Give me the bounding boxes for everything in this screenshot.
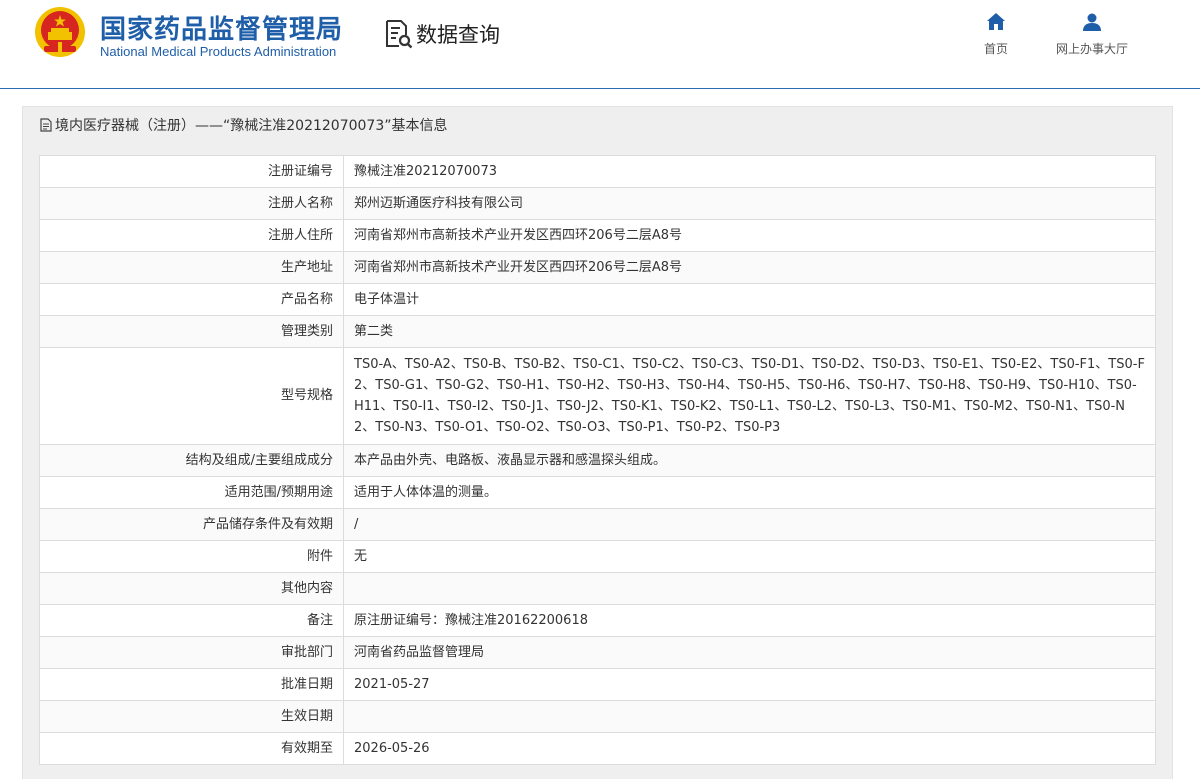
field-value: 电子体温计 <box>343 283 1156 316</box>
field-value: TS0-A、TS0-A2、TS0-B、TS0-B2、TS0-C1、TS0-C2、… <box>343 347 1156 445</box>
field-label: 管理类别 <box>39 315 344 348</box>
panel-header: 境内医疗器械（注册）——“豫械注准20212070073”基本信息 <box>23 107 1172 143</box>
table-row: 生效日期 <box>39 700 1156 733</box>
field-label: 适用范围/预期用途 <box>39 476 344 509</box>
table-row: 适用范围/预期用途 适用于人体体温的测量。 <box>39 476 1156 509</box>
table-row: 备注 原注册证编号：豫械注准20162200618 <box>39 604 1156 637</box>
table-row: 批准日期 2021-05-27 <box>39 668 1156 701</box>
table-row: 注册人名称 郑州迈斯通医疗科技有限公司 <box>39 187 1156 220</box>
field-value: 第二类 <box>343 315 1156 348</box>
field-label: 注册证编号 <box>39 155 344 188</box>
document-search-icon <box>386 20 413 49</box>
table-row: 注册证编号 豫械注准20212070073 <box>39 155 1156 188</box>
field-value: 无 <box>343 540 1156 573</box>
field-label: 结构及组成/主要组成成分 <box>39 444 344 477</box>
table-row: 有效期至 2026-05-26 <box>39 732 1156 765</box>
nav-home-label: 首页 <box>983 42 1008 56</box>
field-value: 河南省郑州市高新技术产业开发区西四环206号二层A8号 <box>343 251 1156 284</box>
field-value: 河南省药品监督管理局 <box>343 636 1156 669</box>
info-panel: 境内医疗器械（注册）——“豫械注准20212070073”基本信息 注册证编号豫… <box>22 106 1173 779</box>
table-row: 产品储存条件及有效期 / <box>39 508 1156 541</box>
national-emblem-icon <box>35 7 85 57</box>
panel-title: 境内医疗器械（注册）——“豫械注准20212070073”基本信息 <box>55 118 448 134</box>
site-header: 国家药品监督管理局 National Medical Products Admi… <box>0 0 1200 89</box>
table-row: 其他内容 <box>39 572 1156 605</box>
user-icon <box>1083 13 1101 31</box>
field-label: 审批部门 <box>39 636 344 669</box>
field-label: 产品储存条件及有效期 <box>39 508 344 541</box>
home-icon <box>987 13 1005 30</box>
field-value: 郑州迈斯通医疗科技有限公司 <box>343 187 1156 220</box>
table-row: 产品名称 电子体温计 <box>39 283 1156 316</box>
data-query-label: 数据查询 <box>416 23 500 47</box>
table-row: 生产地址 河南省郑州市高新技术产业开发区西四环206号二层A8号 <box>39 251 1156 284</box>
field-label: 注册人名称 <box>39 187 344 220</box>
field-label: 注册人住所 <box>39 219 344 252</box>
field-value <box>343 700 1156 733</box>
field-value: 2021-05-27 <box>343 668 1156 701</box>
field-label: 备注 <box>39 604 344 637</box>
field-label: 生效日期 <box>39 700 344 733</box>
nav-home[interactable]: 首页 <box>981 12 1011 57</box>
nav-online-hall[interactable]: 网上办事大厅 <box>1046 12 1138 57</box>
table-row: 管理类别 第二类 <box>39 315 1156 348</box>
field-value: 本产品由外壳、电路板、液晶显示器和感温探头组成。 <box>343 444 1156 477</box>
field-label: 其他内容 <box>39 572 344 605</box>
field-value: 原注册证编号：豫械注准20162200618 <box>343 604 1156 637</box>
field-value: 适用于人体体温的测量。 <box>343 476 1156 509</box>
table-row: 型号规格 TS0-A、TS0-A2、TS0-B、TS0-B2、TS0-C1、TS0… <box>39 347 1156 445</box>
table-row: 附件无 <box>39 540 1156 573</box>
agency-name-cn[interactable]: 国家药品监督管理局 <box>100 9 343 46</box>
field-value <box>343 572 1156 605</box>
field-value: 豫械注准20212070073 <box>343 155 1156 188</box>
info-table: 注册证编号 豫械注准20212070073 注册人名称 郑州迈斯通医疗科技有限公司 … <box>39 155 1156 765</box>
field-label: 附件 <box>39 540 344 573</box>
data-query-title: 数据查询 <box>385 18 500 50</box>
table-row: 审批部门 河南省药品监督管理局 <box>39 636 1156 669</box>
table-row: 注册人住所 河南省郑州市高新技术产业开发区西四环206号二层A8号 <box>39 219 1156 252</box>
document-icon <box>40 118 52 132</box>
field-label: 批准日期 <box>39 668 344 701</box>
field-label: 有效期至 <box>39 732 344 765</box>
agency-name-en[interactable]: National Medical Products Administration <box>100 44 336 59</box>
field-value: 2026-05-26 <box>343 732 1156 765</box>
field-value: 河南省郑州市高新技术产业开发区西四环206号二层A8号 <box>343 219 1156 252</box>
field-label: 产品名称 <box>39 283 344 316</box>
field-value: / <box>343 508 1156 541</box>
table-row: 结构及组成/主要组成成分 本产品由外壳、电路板、液晶显示器和感温探头组成。 <box>39 444 1156 477</box>
nav-online-hall-label: 网上办事大厅 <box>1055 42 1128 56</box>
field-label: 型号规格 <box>39 347 344 445</box>
field-label: 生产地址 <box>39 251 344 284</box>
